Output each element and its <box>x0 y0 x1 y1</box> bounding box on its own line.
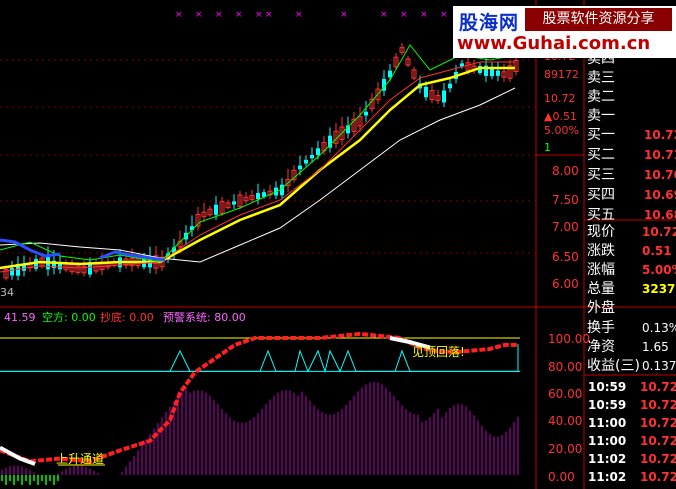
candle-body <box>448 83 452 89</box>
signal-marker: × <box>400 10 408 20</box>
indicator-axis-tick: 80.00 <box>548 360 583 374</box>
candle-body <box>256 193 260 199</box>
orderbook-top-value: 5.00% <box>544 124 579 137</box>
candle-body <box>364 111 368 116</box>
tick-price: 10.72 <box>640 398 676 412</box>
quote-stat-value: 5.00% <box>642 263 676 277</box>
sell-level-label: 卖二 <box>587 89 615 105</box>
signal-marker: × <box>265 10 273 20</box>
buy-level-price: 10.68 <box>644 208 676 222</box>
price-axis-tick: 6.00 <box>552 277 579 291</box>
quote-stat-label: 涨幅 <box>587 262 615 278</box>
price-axis-tick: 6.50 <box>552 250 579 264</box>
quote-stat-label: 现价 <box>587 224 615 240</box>
candle-body <box>424 86 428 98</box>
candle-body <box>496 70 500 76</box>
signal-marker: × <box>175 10 183 20</box>
buy-level-price: 10.71 <box>644 148 676 162</box>
indicator-header-item: 41.59 <box>4 311 36 324</box>
buy-level-label: 买三 <box>587 167 615 183</box>
signal-marker: × <box>215 10 223 20</box>
signal-marker: × <box>440 10 448 20</box>
tick-price: 10.72 <box>640 434 676 448</box>
quote-stat-value: 0.51 <box>642 244 672 258</box>
fundamental-value: 0.13% <box>642 321 676 335</box>
signal-marker: × <box>295 10 303 20</box>
watermark-logo: 股海网 <box>459 12 520 34</box>
buy-level-label: 买四 <box>587 187 615 203</box>
fall-annotation: 见顶回落! <box>412 345 465 359</box>
moving-average-lines <box>0 44 534 273</box>
signal-marker: × <box>255 10 263 20</box>
signal-marker: × <box>195 10 203 20</box>
candle-body <box>10 268 14 276</box>
indicator-header-item: 抄底: 0.00 <box>100 311 154 324</box>
buy-level-price: 10.72 <box>644 128 676 142</box>
orderbook-top-value: 1 <box>544 141 551 154</box>
sell-level-label: 卖一 <box>587 108 615 124</box>
rise-annotation: 上升通道 <box>56 452 105 466</box>
indicator-header-item: 预警系统: 80.00 <box>163 311 246 324</box>
fundamental-label: 净资 <box>587 339 615 355</box>
quote-stat-label: 总量 <box>587 281 615 297</box>
tick-time: 10:59 <box>588 398 627 412</box>
signal-marker: × <box>380 10 388 20</box>
tick-price: 10.72 <box>640 416 676 430</box>
candlestick-series: ××××××××××××××× <box>3 10 519 281</box>
signal-marker: × <box>340 10 348 20</box>
ma-white-long <box>0 87 516 263</box>
quote-stat-value: 3237 <box>642 282 676 296</box>
price-axis-tick: 7.50 <box>552 193 579 207</box>
tick-price: 10.72 <box>640 470 676 484</box>
fundamental-label: 换手 <box>587 320 615 336</box>
orderbook-top-value: 10.72 <box>544 92 576 105</box>
trend-curve-white <box>0 445 36 466</box>
indicator-axis-tick: 20.00 <box>548 442 583 456</box>
tick-time: 11:00 <box>588 416 627 430</box>
tick-time: 11:00 <box>588 434 627 448</box>
candle-body <box>232 201 236 205</box>
buy-level-label: 买一 <box>587 127 615 143</box>
indicator-axis-tick: 100.00 <box>548 332 590 346</box>
watermark-url: www.Guhai.com.cn <box>457 33 651 54</box>
tick-time: 11:02 <box>588 470 627 484</box>
indicator-header-item: 空方: 0.00 <box>42 311 96 324</box>
orderbook-top-value: 89172 <box>544 68 579 81</box>
buy-level-price: 10.70 <box>644 168 676 182</box>
watermark-tagline: 股票软件资源分享 <box>525 8 672 31</box>
quote-stat-label: 涨跌 <box>587 243 615 259</box>
main-chart-low-label: 34 <box>0 286 14 299</box>
indicator-axis-tick: 0.00 <box>548 470 575 484</box>
price-axis-tick: 8.00 <box>552 164 579 178</box>
buy-level-label: 买二 <box>587 147 615 163</box>
candle-body <box>310 155 314 159</box>
quote-stat-label: 外盘 <box>587 300 615 316</box>
tick-price: 10.72 <box>640 380 676 394</box>
ma-green <box>0 44 516 263</box>
indicator-axis-tick: 60.00 <box>548 387 583 401</box>
candle-body <box>442 90 446 103</box>
sell-level-label: 卖三 <box>587 70 615 86</box>
tick-time: 10:59 <box>588 380 627 394</box>
candle-body <box>304 159 308 164</box>
candle-body <box>214 204 218 215</box>
signal-marker: × <box>235 10 243 20</box>
orderbook-top-value: ▲0.51 <box>544 110 577 123</box>
tick-price: 10.72 <box>640 452 676 466</box>
candle-body <box>298 165 302 170</box>
price-axis-tick: 7.00 <box>552 220 579 234</box>
tick-time: 11:02 <box>588 452 627 466</box>
candle-body <box>388 70 392 78</box>
indicator-axis-tick: 40.00 <box>548 414 583 428</box>
fundamental-label: 收益(三) <box>587 358 640 374</box>
watermark-banner: 股海网 股票软件资源分享 www.Guhai.com.cn <box>453 6 676 58</box>
fundamental-value: 1.65 <box>642 340 669 354</box>
buy-level-label: 买五 <box>587 207 615 223</box>
buy-level-price: 10.69 <box>644 188 676 202</box>
candle-body <box>316 148 320 156</box>
quote-stat-value: 10.72 <box>642 225 676 239</box>
fundamental-value: 0.137 <box>642 359 676 373</box>
signal-marker: × <box>420 10 428 20</box>
